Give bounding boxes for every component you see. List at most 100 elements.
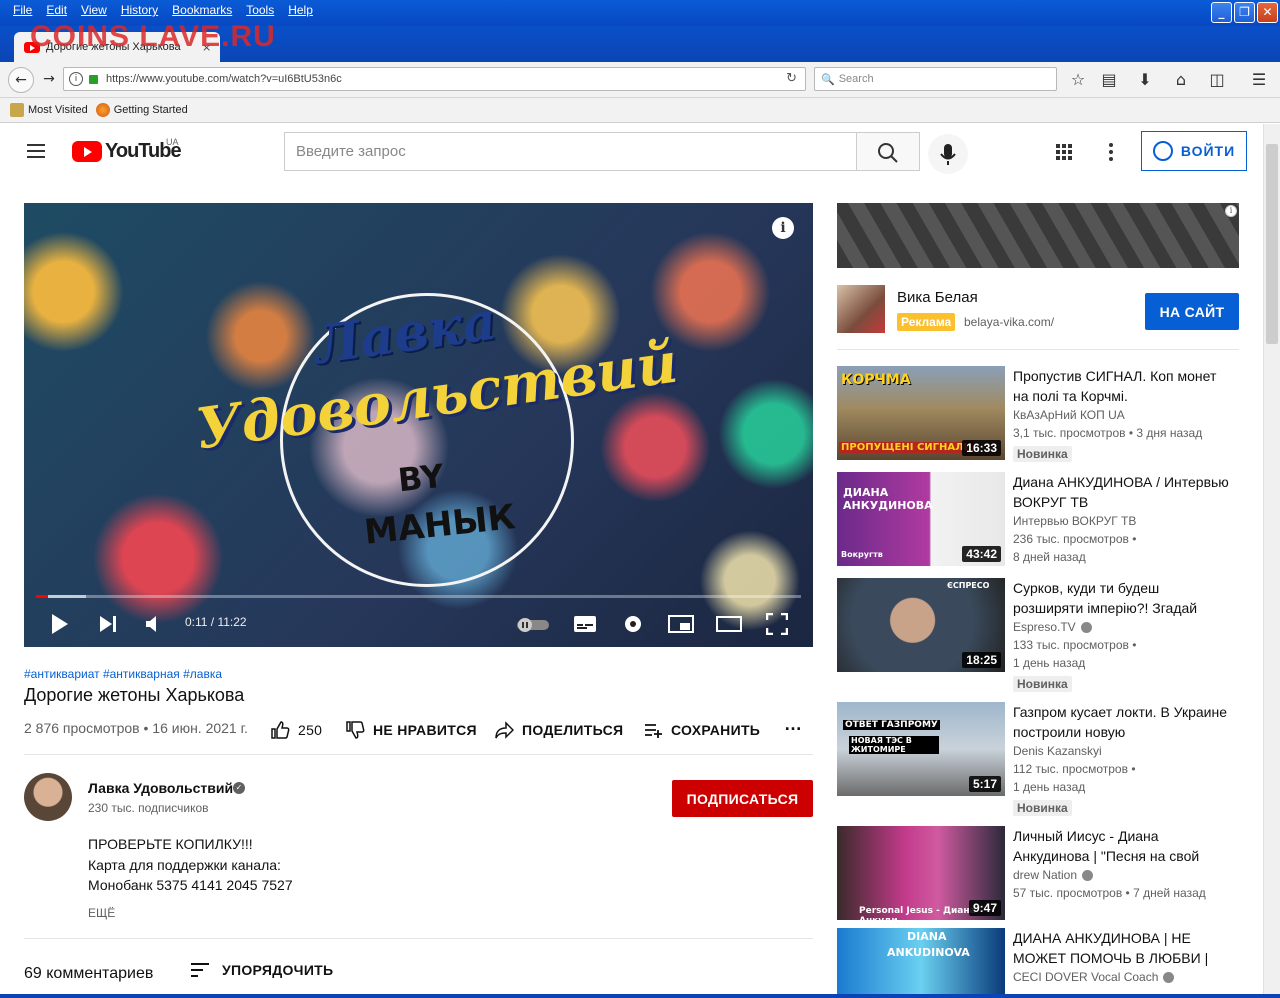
channel-name[interactable]: Espreso.TV — [1013, 620, 1092, 634]
autoplay-toggle-icon[interactable] — [516, 617, 550, 633]
recommended-video[interactable]: КОРЧМА ПРОПУЩЕНІ СИГНАЛИ 16:33 Пропустив… — [837, 366, 1239, 462]
recommended-video[interactable]: ДИАНА АНКУДИНОВА Вокругтв 43:42 Диана АН… — [837, 472, 1239, 566]
new-badge: Новинка — [1013, 676, 1072, 692]
play-icon[interactable] — [50, 613, 70, 635]
recommended-video[interactable]: Personal Jesus - Диана Анкуди... 9:47 Ли… — [837, 826, 1239, 920]
video-thumbnail[interactable]: Personal Jesus - Диана Анкуди... 9:47 — [837, 826, 1005, 920]
thumbnail-caption: DIANA — [907, 930, 947, 943]
share-button[interactable]: ПОДЕЛИТЬСЯ — [494, 720, 623, 740]
like-button[interactable]: 250 — [270, 720, 322, 740]
ad-info-icon[interactable]: i — [1225, 205, 1237, 217]
video-thumbnail[interactable]: ДИАНА АНКУДИНОВА Вокругтв 43:42 — [837, 472, 1005, 566]
visit-site-button[interactable]: НА САЙТ — [1145, 293, 1239, 330]
recommended-video[interactable]: ОТВЕТ ГАЗПРОМУ НОВАЯ ТЭС В ЖИТОМИРЕ 5:17… — [837, 702, 1239, 816]
channel-avatar[interactable] — [24, 773, 72, 821]
ad-thumbnail[interactable] — [837, 285, 885, 333]
recommended-video[interactable]: ЄСПРЕСО 18:25 Сурков, куди ти будеш розш… — [837, 578, 1239, 692]
time-display: 0:11 / 11:22 — [185, 615, 247, 629]
home-icon[interactable]: ⌂ — [1170, 70, 1192, 89]
menu-file[interactable]: File — [6, 3, 39, 17]
channel-name[interactable]: CECI DOVER Vocal Coach — [1013, 970, 1175, 984]
new-badge: Новинка — [1013, 446, 1072, 462]
video-age: 8 дней назад — [1013, 550, 1086, 564]
menu-bookmarks[interactable]: Bookmarks — [165, 3, 239, 17]
page-scrollbar[interactable] — [1263, 124, 1280, 998]
recommended-video[interactable]: DIANA ANKUDINOVA ДИАНА АНКУДИНОВА | НЕ М… — [837, 928, 1239, 994]
sort-comments-button[interactable]: УПОРЯДОЧИТЬ — [190, 962, 333, 978]
channel-name[interactable]: Denis Kazanskyi — [1013, 744, 1102, 758]
youtube-logo[interactable]: YouTube UA — [72, 137, 182, 163]
more-actions-icon[interactable]: … — [784, 714, 802, 735]
subtitles-icon[interactable] — [573, 615, 597, 633]
close-window-button[interactable]: ✕ — [1257, 2, 1278, 23]
description-line: Карта для поддержки канала: — [88, 857, 281, 873]
browser-search-box[interactable]: 🔍 Search — [814, 67, 1057, 91]
video-thumbnail[interactable]: ЄСПРЕСО 18:25 — [837, 578, 1005, 672]
thumb-up-icon — [271, 721, 290, 739]
miniplayer-icon[interactable] — [668, 615, 694, 633]
settings-more-icon[interactable] — [1106, 142, 1116, 166]
video-hashtags[interactable]: #антиквариат #антикварная #лавка — [24, 667, 222, 681]
channel-name[interactable]: Интервью ВОКРУГ ТВ — [1013, 514, 1136, 528]
guide-menu-icon[interactable] — [27, 144, 45, 158]
subscribe-button[interactable]: ПОДПИСАТЬСЯ — [672, 780, 813, 817]
youtube-search-input[interactable]: Введите запрос — [284, 132, 858, 171]
show-more-button[interactable]: ЕЩЁ — [88, 906, 115, 920]
video-title[interactable]: Диана АНКУДИНОВА / Интервью ВОКРУГ ТВ — [1013, 472, 1233, 512]
url-text[interactable]: https://www.youtube.com/watch?v=uI6BtU53… — [106, 73, 342, 85]
save-button[interactable]: СОХРАНИТЬ — [643, 720, 760, 740]
maximize-button[interactable]: ❐ — [1234, 2, 1255, 23]
fullscreen-icon[interactable] — [766, 613, 788, 635]
ad-banner[interactable]: i — [837, 203, 1239, 268]
reading-list-icon[interactable]: ▤ — [1098, 70, 1120, 89]
minimize-button[interactable]: _ — [1211, 2, 1232, 23]
star-bookmark-icon[interactable]: ☆ — [1067, 70, 1089, 89]
menu-tools[interactable]: Tools — [239, 3, 281, 17]
video-title[interactable]: ДИАНА АНКУДИНОВА | НЕ МОЖЕТ ПОМОЧЬ В ЛЮБ… — [1013, 928, 1233, 968]
verified-check-icon — [1163, 972, 1175, 984]
video-title[interactable]: Сурков, куди ти будеш розширяти імперію?… — [1013, 578, 1233, 618]
channel-name[interactable]: КвАзАрНий КОП UA — [1013, 408, 1125, 422]
video-title[interactable]: Личный Иисус - Диана Анкудинова | "Песня… — [1013, 826, 1233, 866]
video-duration: 18:25 — [962, 652, 1001, 668]
sign-in-button[interactable]: ВОЙТИ — [1141, 131, 1247, 171]
video-thumbnail[interactable]: DIANA ANKUDINOVA — [837, 928, 1005, 994]
apps-grid-icon[interactable] — [1055, 143, 1073, 165]
video-player[interactable]: Лавка Удовольствий BY МАНЫК i 0:11 / 11:… — [24, 203, 813, 647]
video-title[interactable]: Газпром кусает локти. В Украине построил… — [1013, 702, 1233, 742]
voice-search-button[interactable] — [928, 134, 968, 174]
menu-help[interactable]: Help — [281, 3, 320, 17]
dislike-button[interactable]: НЕ НРАВИТСЯ — [345, 720, 477, 740]
forward-button[interactable]: → — [36, 67, 62, 93]
bookmark-most-visited[interactable]: Most Visited — [10, 103, 88, 117]
navigation-bar: ← → i https://www.youtube.com/watch?v=uI… — [0, 62, 1280, 98]
video-title[interactable]: Пропустив СИГНАЛ. Коп монет на полі та К… — [1013, 366, 1233, 406]
downloads-icon[interactable]: ⬇ — [1134, 70, 1156, 89]
menu-history[interactable]: History — [114, 3, 165, 17]
menu-hamburger-icon[interactable]: ☰ — [1248, 70, 1270, 89]
video-thumbnail[interactable]: ОТВЕТ ГАЗПРОМУ НОВАЯ ТЭС В ЖИТОМИРЕ 5:17 — [837, 702, 1005, 796]
ad-name[interactable]: Вика Белая — [897, 289, 978, 306]
youtube-search-button[interactable] — [856, 132, 920, 171]
video-thumbnail[interactable]: КОРЧМА ПРОПУЩЕНІ СИГНАЛИ 16:33 — [837, 366, 1005, 460]
video-views: 236 тыс. просмотров • — [1013, 532, 1137, 546]
theater-mode-icon[interactable] — [716, 616, 742, 632]
site-info-icon[interactable]: i — [69, 72, 83, 86]
progress-bar[interactable] — [36, 595, 801, 598]
next-icon[interactable] — [98, 615, 118, 633]
menu-view[interactable]: View — [74, 3, 114, 17]
volume-icon[interactable] — [144, 615, 164, 633]
scrollbar-thumb[interactable] — [1266, 144, 1278, 344]
pocket-icon[interactable]: ◫ — [1206, 70, 1228, 89]
info-icon[interactable]: i — [772, 217, 794, 239]
address-bar[interactable]: i https://www.youtube.com/watch?v=uI6BtU… — [63, 67, 806, 91]
window-bottom-border — [0, 994, 1280, 998]
menu-edit[interactable]: Edit — [39, 3, 74, 17]
bookmark-getting-started[interactable]: Getting Started — [95, 103, 188, 117]
settings-gear-icon[interactable] — [622, 613, 644, 635]
reload-icon[interactable]: ↻ — [786, 71, 797, 86]
channel-name[interactable]: drew Nation — [1013, 868, 1094, 882]
channel-name[interactable]: Лавка Удовольствий — [88, 780, 233, 796]
back-button[interactable]: ← — [8, 67, 34, 93]
thumbnail-caption: ЄСПРЕСО — [947, 581, 990, 590]
